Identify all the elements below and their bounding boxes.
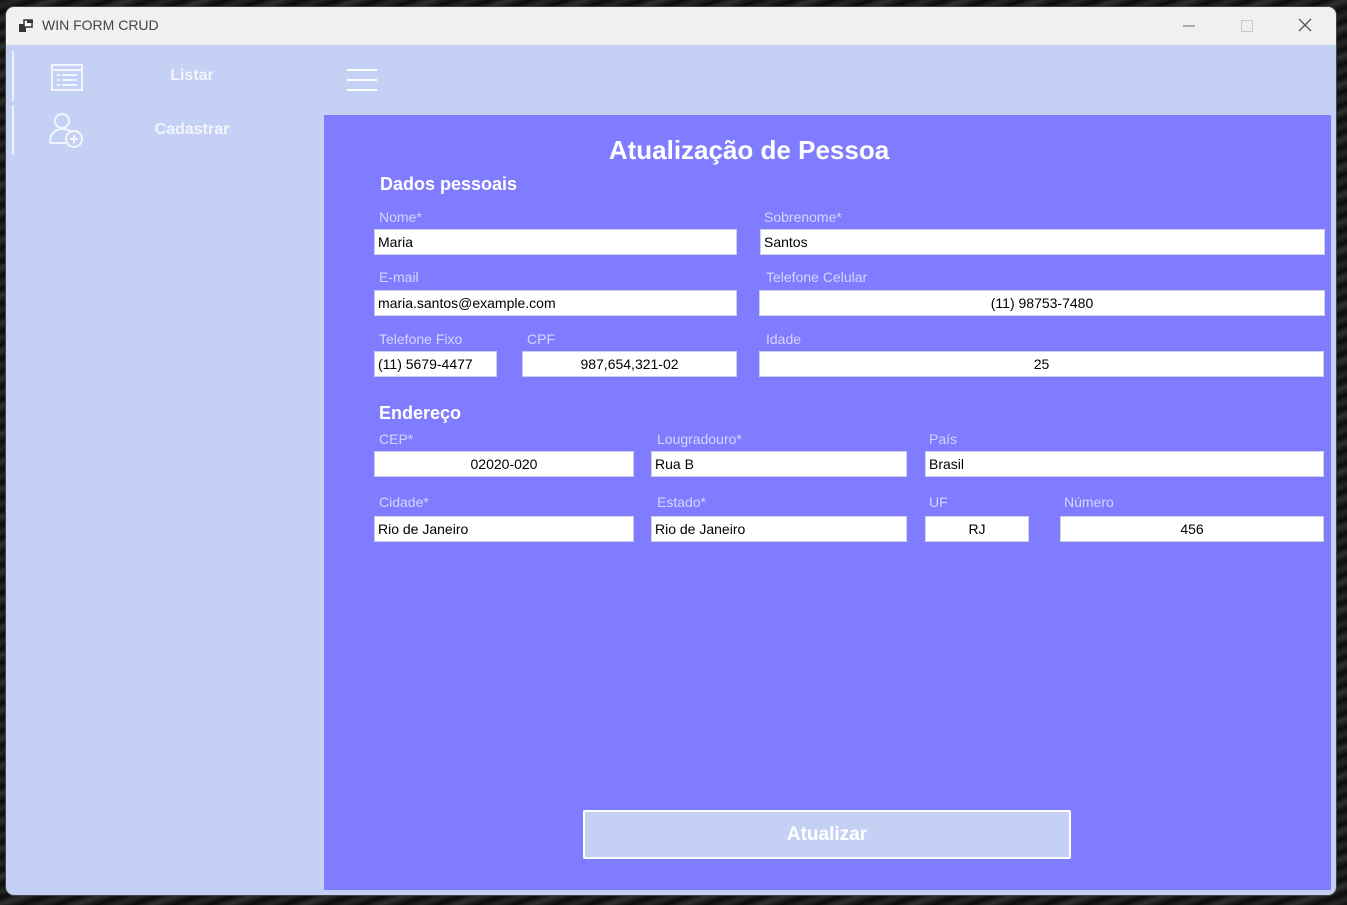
sobrenome-label: Sobrenome*: [764, 209, 842, 225]
numero-label: Número: [1064, 494, 1114, 510]
sidebar-item-label: Listar: [170, 67, 214, 84]
nome-label: Nome*: [379, 209, 422, 225]
title-bar[interactable]: WIN FORM CRUD: [6, 7, 1336, 45]
estado-input[interactable]: Rio de Janeiro: [651, 516, 907, 542]
window-title: WIN FORM CRUD: [42, 17, 159, 33]
form-title: Atualização de Pessoa: [608, 135, 890, 165]
app-window: WIN FORM CRUD Listar Cadastrar Atualizaç…: [6, 7, 1336, 895]
cep-label: CEP*: [379, 431, 414, 447]
sidebar-item-label: Cadastrar: [154, 121, 230, 138]
cpf-label: CPF: [527, 331, 555, 347]
sobrenome-input[interactable]: Santos: [760, 229, 1325, 255]
minimize-icon: [1183, 17, 1195, 36]
hamburger-menu-icon: [345, 69, 379, 97]
minimize-button[interactable]: [1160, 7, 1218, 45]
logradouro-label: Lougradouro*: [657, 431, 742, 447]
sidebar-item-cadastrar[interactable]: Cadastrar: [12, 105, 314, 155]
estado-label: Estado*: [657, 494, 707, 510]
email-input[interactable]: maria.santos@example.com: [374, 290, 737, 316]
form-panel: Atualização de Pessoa Dados pessoais Nom…: [324, 115, 1331, 890]
uf-label: UF: [929, 494, 948, 510]
pais-label: País: [929, 431, 958, 447]
cep-input[interactable]: 02020-020: [374, 451, 634, 477]
nome-input[interactable]: Maria: [374, 229, 737, 255]
numero-input[interactable]: 456: [1060, 516, 1324, 542]
celular-label: Telefone Celular: [766, 269, 868, 285]
cidade-label: Cidade*: [379, 494, 429, 510]
section-title-address: Endereço: [379, 403, 462, 423]
close-button[interactable]: [1276, 7, 1334, 45]
cpf-input[interactable]: 987,654,321-02: [522, 351, 737, 377]
hamburger-menu-button[interactable]: [345, 67, 379, 93]
logradouro-input[interactable]: Rua B: [651, 451, 907, 477]
email-label: E-mail: [379, 269, 419, 285]
uf-input[interactable]: RJ: [925, 516, 1029, 542]
maximize-button[interactable]: [1218, 7, 1276, 45]
celular-input[interactable]: (11) 98753-7480: [759, 290, 1325, 316]
idade-label: Idade: [766, 331, 802, 347]
section-title-personal: Dados pessoais: [380, 174, 518, 194]
atualizar-button[interactable]: Atualizar: [583, 810, 1071, 859]
close-icon: [1298, 17, 1312, 36]
maximize-icon: [1241, 17, 1253, 36]
fixo-input[interactable]: (11) 5679-4477: [374, 351, 497, 377]
sidebar-item-listar[interactable]: Listar: [12, 51, 314, 101]
fixo-label: Telefone Fixo: [379, 331, 463, 347]
pais-input[interactable]: Brasil: [925, 451, 1324, 477]
cidade-input[interactable]: Rio de Janeiro: [374, 516, 634, 542]
app-window-icon: [18, 18, 34, 34]
sidebar: Listar Cadastrar: [6, 45, 324, 895]
idade-input[interactable]: 25: [759, 351, 1324, 377]
